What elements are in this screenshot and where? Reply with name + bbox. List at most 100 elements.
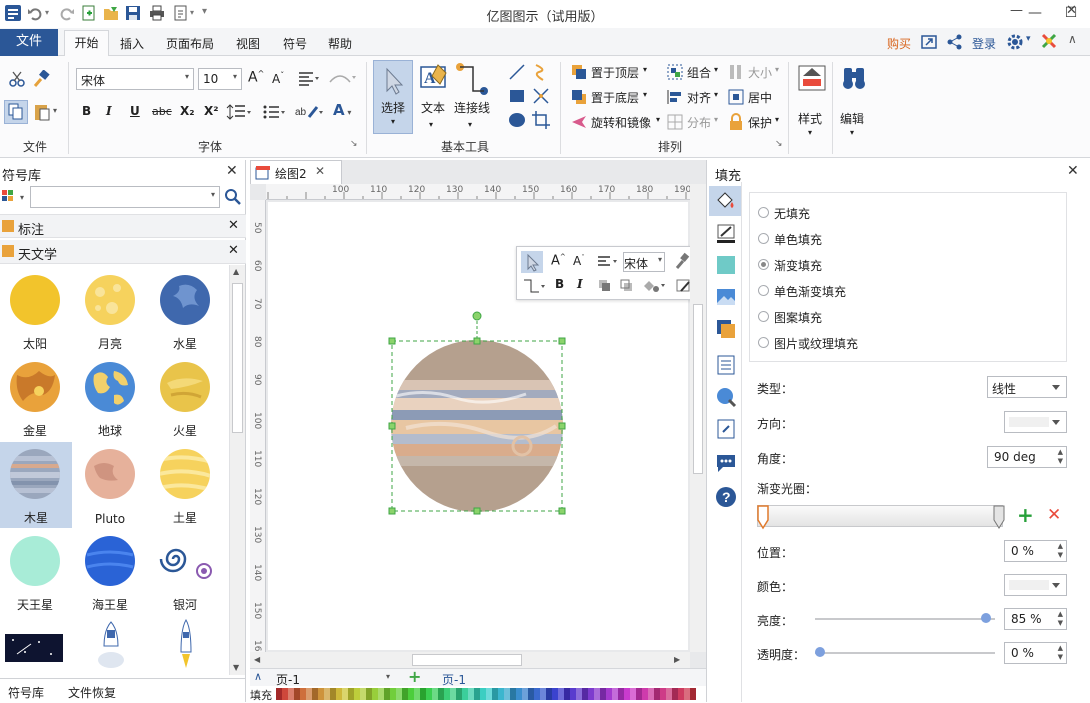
collapse-ribbon-icon[interactable]: ∧: [1068, 32, 1077, 46]
symbol-galaxy[interactable]: 银河: [150, 529, 220, 615]
center-button[interactable]: 居中: [727, 88, 785, 106]
brightness-slider[interactable]: [815, 618, 995, 620]
symbol-uranus[interactable]: 天王星: [0, 529, 70, 615]
canvas-vertical-scrollbar[interactable]: [690, 184, 706, 652]
distribute-button[interactable]: 分布 ▾: [666, 113, 726, 131]
layer-tool-icon[interactable]: [715, 318, 737, 340]
radio-button[interactable]: [758, 233, 769, 244]
spinner-arrows-icon[interactable]: ▲ ▼: [1058, 644, 1063, 662]
settings-gear-icon[interactable]: [1006, 32, 1026, 55]
jupiter-shape[interactable]: [386, 308, 570, 518]
mini-align-icon[interactable]: [597, 255, 621, 272]
mini-italic-button[interactable]: I: [577, 277, 583, 291]
chevron-down-icon[interactable]: ▾: [850, 128, 854, 137]
position-spinner[interactable]: 0 % ▲ ▼: [1004, 540, 1067, 562]
canvas-horizontal-scrollbar[interactable]: ◀ ▶: [250, 652, 690, 668]
line-tool-icon[interactable]: [507, 62, 527, 85]
select-tool-button[interactable]: 选择 ▾: [373, 60, 413, 134]
tab-symbol-library[interactable]: 符号库: [8, 684, 44, 701]
radio-button[interactable]: [758, 207, 769, 218]
highlight-text-icon[interactable]: ab: [295, 103, 325, 124]
text-tool-label[interactable]: 文本: [418, 99, 448, 116]
settings-dropdown-icon[interactable]: ▾: [1026, 34, 1031, 44]
symbol-starfield-icon[interactable]: [5, 634, 63, 662]
gradient-stop-end-icon[interactable]: [992, 504, 1006, 530]
tab-help[interactable]: 帮助: [328, 35, 352, 52]
strikethrough-button[interactable]: abc: [152, 105, 172, 118]
gradient-stop-start-icon[interactable]: [756, 504, 770, 530]
hyperlink-tool-icon[interactable]: [715, 386, 737, 408]
mini-format-painter-icon[interactable]: [673, 252, 691, 273]
option-single-gradient-fill[interactable]: 单色渐变填充: [758, 282, 958, 300]
color-palette[interactable]: [276, 688, 706, 700]
style-icon[interactable]: [796, 62, 828, 94]
align-text-icon[interactable]: [298, 70, 320, 89]
symbol-sun[interactable]: 太阳: [0, 268, 70, 354]
close-icon[interactable]: ✕: [1067, 163, 1079, 179]
close-icon[interactable]: ✕: [228, 218, 239, 233]
symbol-neptune[interactable]: 海王星: [75, 529, 145, 615]
radio-button[interactable]: [758, 285, 769, 296]
section-header-callouts[interactable]: 标注 ✕: [0, 214, 246, 238]
mini-font-select[interactable]: 宋体 ▾: [623, 252, 665, 272]
attachment-tool-icon[interactable]: [715, 418, 737, 440]
mini-bring-front-icon[interactable]: [597, 278, 613, 297]
chevron-down-icon[interactable]: ▾: [429, 120, 433, 129]
find-binoculars-icon[interactable]: [838, 62, 870, 94]
cut-icon[interactable]: [8, 70, 26, 91]
chevron-down-icon[interactable]: ▾: [386, 672, 390, 681]
chevron-down-icon[interactable]: ▾: [20, 193, 24, 202]
option-picture-fill[interactable]: 图片或纹理填充: [758, 334, 958, 352]
transparency-slider-thumb[interactable]: [815, 647, 825, 657]
fill-tool-button[interactable]: [709, 186, 741, 216]
option-no-fill[interactable]: 无填充: [758, 204, 958, 222]
mini-bold-button[interactable]: B: [555, 277, 564, 291]
spinner-arrows-icon[interactable]: ▲ ▼: [1058, 542, 1063, 560]
add-page-icon[interactable]: +: [408, 667, 421, 686]
option-pattern-fill[interactable]: 图案填充: [758, 308, 958, 326]
transparency-slider[interactable]: [815, 652, 995, 654]
radio-button-selected[interactable]: [758, 259, 769, 270]
radio-button[interactable]: [758, 311, 769, 322]
protect-button[interactable]: 保护 ▾: [727, 113, 785, 131]
library-search-input[interactable]: ▾: [30, 186, 220, 208]
option-solid-fill[interactable]: 单色填充: [758, 230, 958, 248]
add-stop-icon[interactable]: +: [1017, 505, 1034, 525]
shrink-font-icon[interactable]: Aˇ: [272, 71, 284, 86]
rotate-mirror-button[interactable]: 旋转和镜像 ▾: [570, 113, 662, 131]
window-minimize-icon[interactable]: —: [1010, 3, 1023, 18]
line-tool-icon[interactable]: [715, 222, 737, 244]
symbol-earth[interactable]: 地球: [75, 355, 145, 441]
share-icon[interactable]: [946, 33, 964, 54]
symbol-rocket-launch-icon[interactable]: [96, 620, 126, 675]
login-link[interactable]: 登录: [972, 35, 996, 52]
window-close-icon[interactable]: ✕: [1066, 3, 1077, 18]
brightness-slider-thumb[interactable]: [981, 613, 991, 623]
spinner-arrows-icon[interactable]: ▲ ▼: [1058, 448, 1063, 466]
tab-view[interactable]: 视图: [236, 35, 260, 52]
symbol-saturn[interactable]: 土星: [150, 442, 220, 528]
option-gradient-fill[interactable]: 渐变填充: [758, 256, 958, 274]
scroll-left-icon[interactable]: ◀: [254, 655, 260, 664]
font-color-icon[interactable]: A ▾: [333, 101, 351, 119]
style-label[interactable]: 样式: [798, 110, 822, 127]
italic-button[interactable]: I: [106, 104, 112, 118]
scroll-down-icon[interactable]: ▼: [233, 663, 239, 672]
mini-connector-icon[interactable]: [521, 277, 547, 298]
rectangle-tool-icon[interactable]: [507, 86, 527, 109]
shadow-tool-icon[interactable]: [715, 254, 737, 276]
curve-tool-icon[interactable]: [531, 62, 551, 85]
symbol-venus[interactable]: 金星: [0, 355, 70, 441]
subscript-button[interactable]: X₂: [180, 104, 195, 118]
remove-stop-icon[interactable]: ✕: [1047, 506, 1061, 524]
scrollbar-thumb[interactable]: [693, 304, 703, 474]
document-tab[interactable]: 绘图2 ✕: [250, 160, 342, 184]
symbol-mercury[interactable]: 水星: [150, 268, 220, 354]
library-scrollbar[interactable]: ▲ ▼: [229, 265, 245, 675]
color-select[interactable]: [1004, 574, 1067, 596]
text-tool-icon[interactable]: A: [418, 62, 450, 94]
gradient-stops-bar[interactable]: [756, 504, 1006, 530]
copy-button[interactable]: [4, 100, 28, 124]
file-menu-button[interactable]: 文件: [0, 29, 58, 56]
bring-to-front-button[interactable]: 置于顶层 ▾: [570, 63, 660, 81]
